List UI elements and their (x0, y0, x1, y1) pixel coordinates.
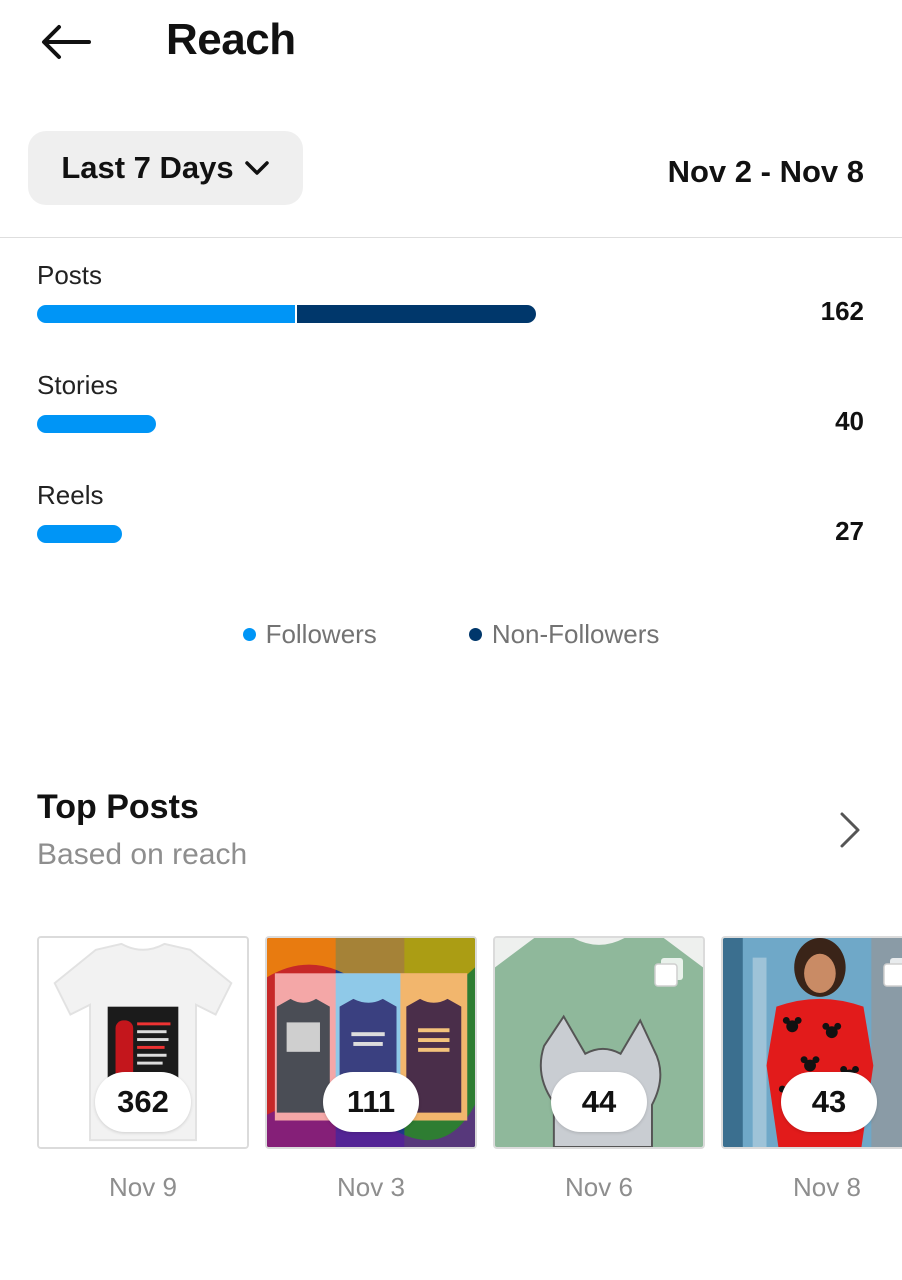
date-range-text: Nov 2 - Nov 8 (667, 154, 864, 189)
top-post-thumbnail[interactable]: 44 (493, 936, 705, 1149)
reels-reach-value: 27 (835, 516, 864, 546)
posts-reach-bar (37, 305, 536, 323)
non-followers-dot-icon (468, 627, 482, 641)
chart-legend: Followers Non-Followers (0, 614, 902, 654)
post-reach-count: 362 (95, 1072, 191, 1132)
chevron-right-icon (840, 812, 860, 848)
stories-reach-value: 40 (835, 406, 864, 436)
posts-row-label: Posts (37, 260, 103, 290)
post-reach-count: 44 (551, 1072, 647, 1132)
stories-reach-bar (37, 415, 156, 433)
divider (0, 237, 902, 238)
top-posts-title: Top Posts (37, 788, 199, 826)
date-range-dropdown[interactable]: Last 7 Days (28, 131, 303, 205)
back-button[interactable] (30, 14, 100, 70)
posts-non-followers-segment (297, 305, 536, 323)
multiple-photos-icon (883, 958, 902, 987)
legend-non-followers-label: Non-Followers (491, 618, 660, 649)
post-date: Nov 6 (565, 1172, 633, 1202)
post-date: Nov 3 (337, 1172, 405, 1202)
post-reach-count: 43 (781, 1072, 877, 1132)
reels-row-label: Reels (37, 480, 104, 510)
posts-reach-value: 162 (820, 296, 864, 326)
followers-dot-icon (242, 627, 256, 641)
page-title: Reach (166, 15, 296, 64)
back-arrow-icon (42, 25, 91, 59)
top-posts-subtitle: Based on reach (37, 838, 248, 871)
posts-followers-segment (37, 305, 296, 323)
top-posts-see-all-button[interactable] (832, 808, 868, 852)
top-post-thumbnail[interactable]: 111 (265, 936, 477, 1149)
legend-followers: Followers (242, 618, 377, 650)
multiple-photos-icon (654, 958, 683, 987)
post-reach-count: 111 (323, 1072, 419, 1132)
stories-row-label: Stories (37, 370, 118, 400)
reels-reach-bar (37, 525, 122, 543)
post-date: Nov 8 (793, 1172, 861, 1202)
legend-followers-label: Followers (265, 618, 377, 649)
legend-non-followers: Non-Followers (468, 618, 660, 650)
stories-followers-segment (37, 415, 156, 433)
top-post-thumbnail[interactable]: 43 (721, 936, 902, 1149)
top-post-thumbnail[interactable]: 362 (37, 936, 249, 1149)
post-date: Nov 9 (109, 1172, 177, 1202)
chevron-down-icon (244, 161, 269, 175)
reels-followers-segment (37, 525, 122, 543)
date-range-dropdown-label: Last 7 Days (61, 150, 234, 185)
